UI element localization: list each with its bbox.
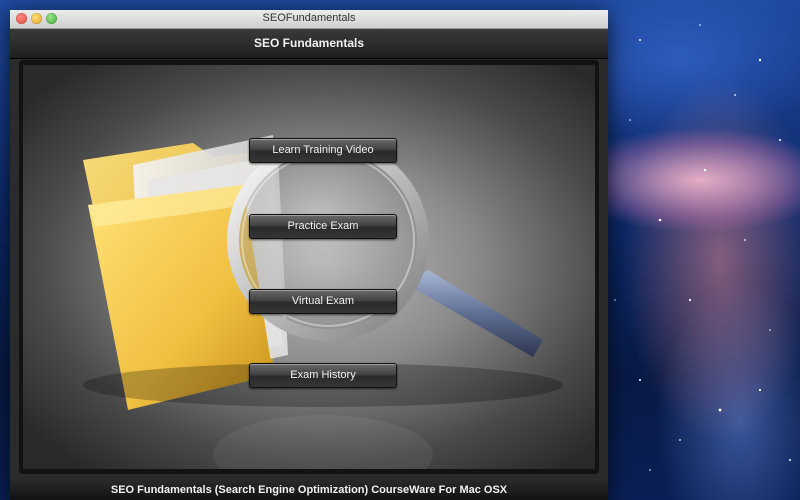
app-header: SEO Fundamentals [10, 29, 608, 59]
title-bar[interactable]: SEOFundamentals [10, 10, 608, 29]
app-window: SEOFundamentals SEO Fundamentals Learn T… [10, 10, 608, 500]
learn-training-video-button[interactable]: Learn Training Video [249, 138, 397, 163]
app-title: SEO Fundamentals [253, 36, 365, 50]
window-title: SEOFundamentals [262, 12, 356, 24]
footer-text: SEO Fundamentals (Search Engine Optimiza… [110, 484, 508, 496]
virtual-exam-button[interactable]: Virtual Exam [249, 289, 397, 314]
folder-magnifier-icon [83, 135, 563, 469]
exam-history-button[interactable]: Exam History [249, 363, 397, 388]
main-panel: Learn Training Video Practice Exam Virtu… [23, 65, 595, 469]
footer-bar: SEO Fundamentals (Search Engine Optimiza… [10, 480, 608, 500]
practice-exam-button[interactable]: Practice Exam [249, 214, 397, 239]
